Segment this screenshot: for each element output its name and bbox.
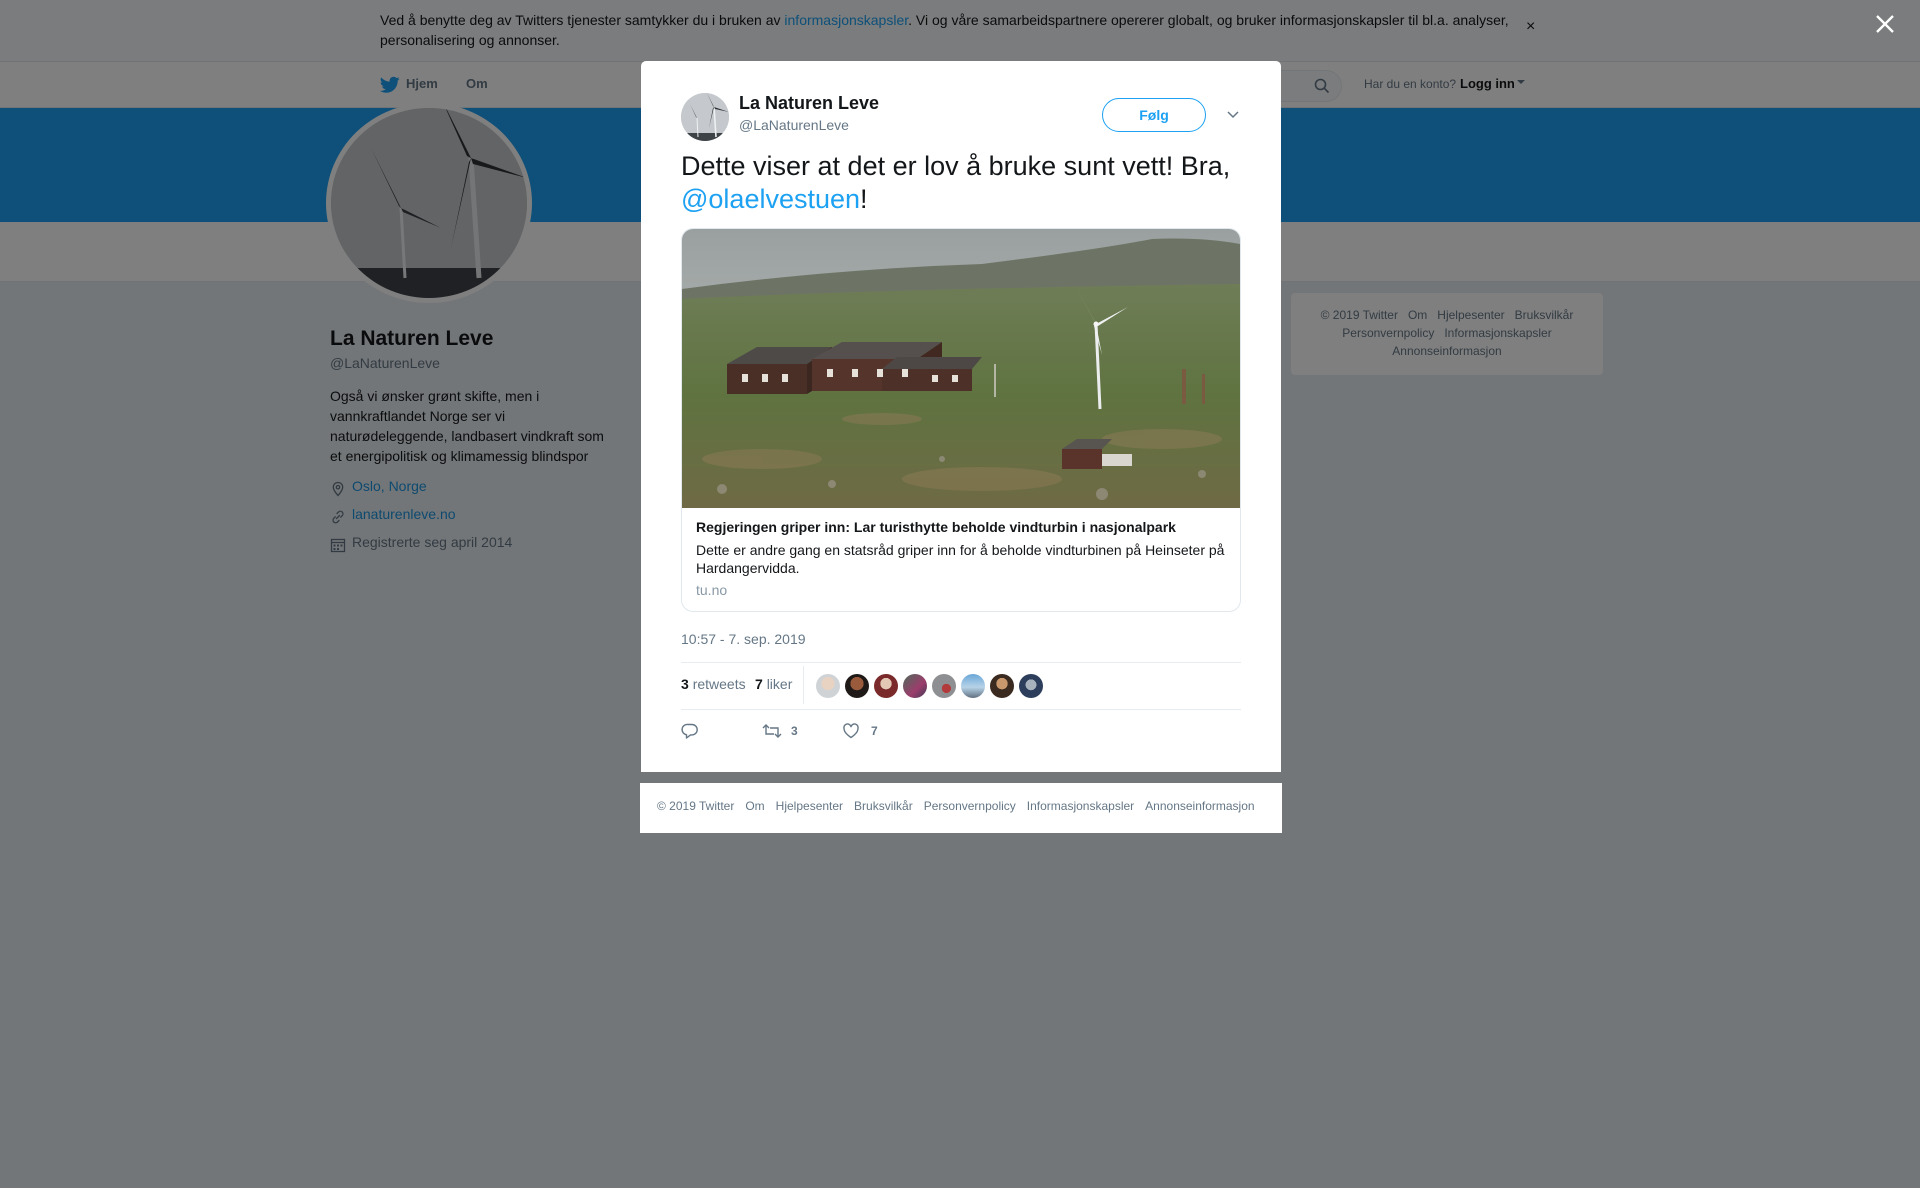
footer-copyright: © 2019 Twitter [657,799,735,813]
liker-avatar[interactable] [874,674,898,698]
liker-avatar[interactable] [845,674,869,698]
card-title[interactable]: Regjeringen griper inn: Lar turisthytte … [696,519,1226,535]
tweet-text: Dette viser at det er lov å bruke sunt v… [681,151,1231,214]
tweet-author-avatar[interactable] [681,93,729,141]
liker-avatar[interactable] [903,674,927,698]
close-icon[interactable] [1874,13,1896,40]
liker-avatar[interactable] [990,674,1014,698]
retweet-icon[interactable] [762,722,782,745]
tweet-mention-link[interactable]: @olaelvestuen [681,184,860,214]
reply-icon[interactable] [681,722,699,745]
card-image[interactable] [682,229,1240,508]
heart-icon[interactable] [842,722,860,745]
like-count: 7 [871,724,878,738]
modal-footer-links: © 2019 Twitter Om Hjelpesenter Bruksvilkår P… [657,799,1266,813]
tweet-timestamp[interactable]: 10:57 - 7. sep. 2019 [681,631,806,647]
footer-link-help[interactable]: Hjelpesenter [776,799,843,813]
footer-link-ads[interactable]: Annonseinformasjon [1145,799,1254,813]
footer-link-privacy[interactable]: Personvernpolicy [924,799,1016,813]
card-domain: tu.no [696,582,728,598]
footer-link-about[interactable]: Om [745,799,764,813]
follow-button[interactable]: Følg [1102,98,1206,132]
card-description: Dette er andre gang en statsråd griper i… [696,542,1225,576]
retweet-stats[interactable]: 3 retweets [681,676,746,692]
link-preview-card[interactable]: Regjeringen griper inn: Lar turisthytte … [681,228,1241,612]
like-stats[interactable]: 7 liker [755,676,792,692]
divider [681,709,1241,710]
footer-link-terms[interactable]: Bruksvilkår [854,799,913,813]
liker-avatar[interactable] [932,674,956,698]
tweet-author-handle[interactable]: @LaNaturenLeve [739,117,849,133]
footer-link-cookies[interactable]: Informasjonskapsler [1027,799,1134,813]
liker-avatar[interactable] [1019,674,1043,698]
liker-avatar[interactable] [816,674,840,698]
tweet-author-name[interactable]: La Naturen Leve [739,93,879,114]
retweet-count: 3 [791,724,798,738]
liker-avatar[interactable] [961,674,985,698]
chevron-down-icon[interactable] [1226,107,1240,126]
divider [681,662,1241,663]
divider [803,666,804,704]
